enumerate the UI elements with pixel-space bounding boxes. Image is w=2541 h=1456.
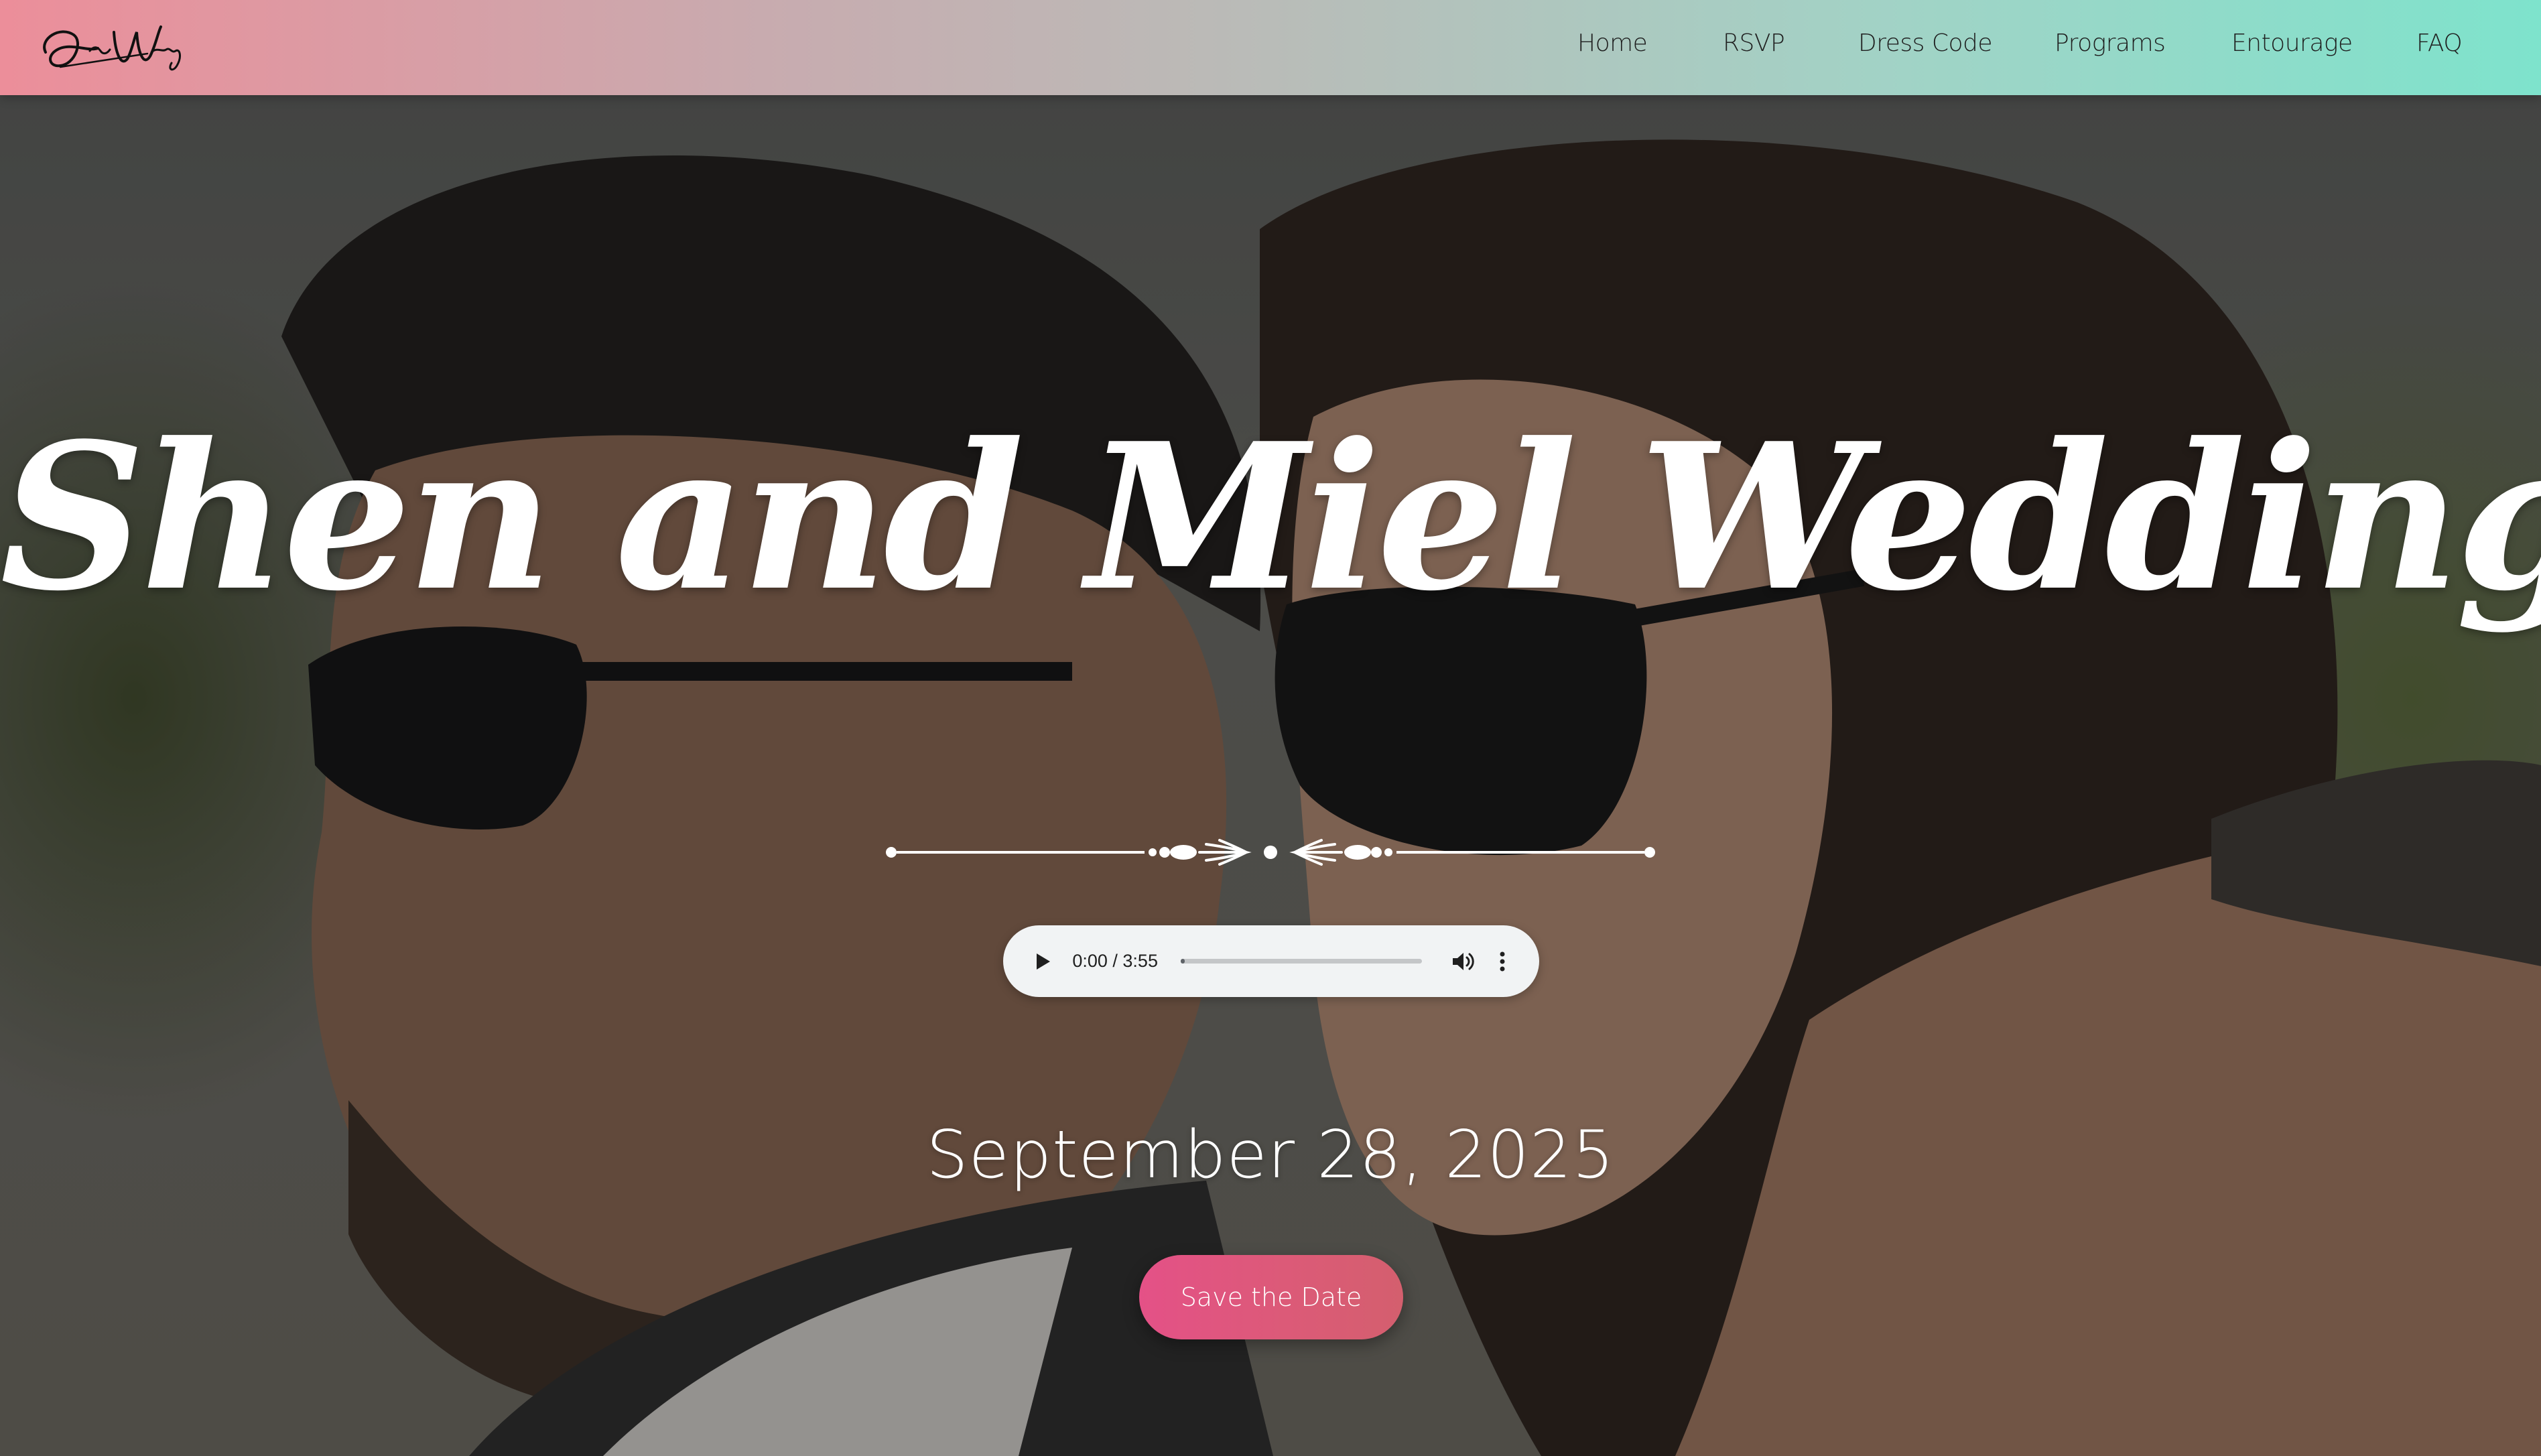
play-icon[interactable]: [1030, 948, 1056, 975]
nav-programs[interactable]: Programs: [2055, 29, 2166, 57]
more-vertical-icon[interactable]: [1492, 947, 1512, 976]
hero-content: Shen and Miel Wedding 0:00 / 3:55 Septem…: [0, 95, 2541, 1456]
signature-logo[interactable]: [34, 12, 194, 86]
audio-time: 0:00 / 3:55: [1072, 951, 1158, 971]
nav-rsvp[interactable]: RSVP: [1723, 29, 1785, 57]
nav-faq[interactable]: FAQ: [2416, 29, 2463, 57]
audio-progress-bar[interactable]: [1180, 959, 1423, 964]
top-navbar: Home RSVP Dress Code Programs Entourage …: [0, 0, 2541, 95]
signature-logo-icon: [43, 25, 181, 71]
volume-icon[interactable]: [1449, 947, 1478, 976]
audio-player[interactable]: 0:00 / 3:55: [1003, 925, 1539, 997]
nav-dress-code[interactable]: Dress Code: [1858, 29, 1993, 57]
nav-entourage[interactable]: Entourage: [2231, 29, 2353, 57]
hero-section: Shen and Miel Wedding 0:00 / 3:55 Septem…: [0, 95, 2541, 1456]
nav-home[interactable]: Home: [1577, 29, 1648, 57]
save-the-date-button[interactable]: Save the Date: [1139, 1255, 1403, 1339]
ornamental-divider: [886, 839, 1655, 866]
couple-title: Shen and Miel Wedding: [0, 399, 2541, 635]
wedding-date: September 28, 2025: [926, 1117, 1615, 1193]
audio-progress-fill: [1180, 959, 1185, 964]
